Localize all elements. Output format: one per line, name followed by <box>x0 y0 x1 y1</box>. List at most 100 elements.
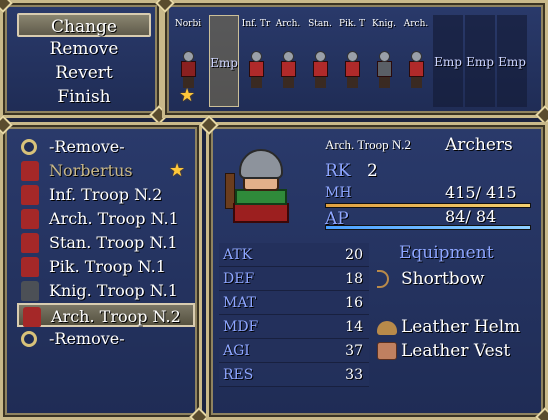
stat-value: 16 <box>345 295 363 311</box>
stat-value: 37 <box>345 343 363 359</box>
formation-slot-label: Knig. <box>371 19 397 29</box>
ap-bar <box>325 225 531 230</box>
formation-slot-label: Emp <box>466 55 494 69</box>
formation-slot-empty[interactable]: Emp <box>209 15 239 107</box>
stat-label: ATK <box>223 247 253 263</box>
stat-row-atk: ATK 20 <box>219 243 369 267</box>
unit-sprite-icon <box>246 51 266 89</box>
formation-slot-empty[interactable]: Emp <box>497 15 527 107</box>
rank-value: 2 <box>367 161 378 181</box>
stat-row-agi: AGI 37 <box>219 339 369 363</box>
roster-item[interactable]: Stan. Troop N.1 <box>17 231 195 255</box>
troop-icon <box>21 161 39 181</box>
formation-slot-label: Emp <box>498 55 526 69</box>
stat-row-def: DEF 18 <box>219 267 369 291</box>
formation-slot-unit[interactable]: Knig. <box>369 15 399 107</box>
stat-value: 20 <box>345 247 363 263</box>
roster-item[interactable]: Inf. Troop N.2 <box>17 183 195 207</box>
stat-label: MDF <box>223 319 259 335</box>
command-revert-button[interactable]: Revert <box>17 61 151 85</box>
formation-slot-label: Emp <box>210 56 238 70</box>
unit-sprite-icon <box>374 51 394 89</box>
roster-item[interactable]: -Remove- <box>17 135 195 159</box>
equipment-item[interactable]: Leather Vest <box>377 339 510 363</box>
equipment-item[interactable]: Shortbow <box>377 267 484 291</box>
command-window: Change Remove Revert Finish <box>0 0 162 118</box>
roster-item-label: Arch. Troop N.2 <box>51 307 181 326</box>
roster-item[interactable]: Pik. Troop N.1 <box>17 255 195 279</box>
unit-detail-window: Arch. Troop N.2 Archers RK 2 MH 415/ 415… <box>206 122 548 420</box>
roster-window: -Remove- Norbertus ★ Inf. Troop N.2 Arch. Tr… <box>0 122 202 420</box>
unit-sprite-icon <box>310 51 330 89</box>
formation-slot-label: Emp <box>434 55 462 69</box>
unit-sprite-icon <box>178 51 198 89</box>
troop-icon <box>21 209 39 229</box>
roster-item[interactable]: Norbertus ★ <box>17 159 195 183</box>
mh-bar <box>325 203 531 208</box>
roster-item-label: Knig. Troop N.1 <box>49 281 178 300</box>
unit-sprite-icon <box>342 51 362 89</box>
troop-icon <box>23 307 41 327</box>
formation-slot-label: Arch. <box>403 19 429 29</box>
unit-portrait <box>221 143 301 223</box>
roster-item[interactable]: Arch. Troop N.2 <box>17 303 195 327</box>
ap-value: 84/ 84 <box>445 207 497 226</box>
roster-item[interactable]: -Remove- <box>17 327 195 351</box>
leader-star-icon: ★ <box>179 85 196 106</box>
roster-item-label: Pik. Troop N.1 <box>49 257 166 276</box>
formation-slot-label: Norbi <box>174 19 202 29</box>
rank-label: RK <box>325 161 351 181</box>
remove-ring-icon <box>21 139 37 155</box>
command-change-button[interactable]: Change <box>17 13 151 37</box>
vest-icon <box>377 342 397 360</box>
roster-item[interactable]: Arch. Troop N.1 <box>17 207 195 231</box>
formation-window: Norbi ★ Emp Inf. Tr Arch. Stan. Pik. T Knig. Arc… <box>162 0 548 118</box>
troop-icon <box>21 281 39 301</box>
formation-slot-label: Inf. Tr <box>241 19 271 29</box>
roster-item-label: Norbertus <box>49 161 133 180</box>
stat-value: 33 <box>345 367 363 383</box>
formation-slot-label: Stan. <box>308 19 332 29</box>
stat-value: 18 <box>345 271 363 287</box>
unit-name: Arch. Troop N.2 <box>325 137 411 152</box>
mh-label: MH <box>325 185 352 201</box>
equipment-name: Leather Vest <box>401 341 511 361</box>
command-remove-button[interactable]: Remove <box>17 37 151 61</box>
roster-item-label: -Remove- <box>49 329 125 348</box>
stat-row-mdf: MDF 14 <box>219 315 369 339</box>
formation-slot-label: Arch. <box>275 19 301 29</box>
unit-sprite-icon <box>406 51 426 89</box>
unit-class: Archers <box>445 135 513 155</box>
roster-item-label: -Remove- <box>49 137 125 156</box>
troop-icon <box>21 233 39 253</box>
formation-slot-empty[interactable]: Emp <box>433 15 463 107</box>
stat-label: RES <box>223 367 254 383</box>
formation-slot-unit[interactable]: Pik. T <box>337 15 367 107</box>
roster-item[interactable]: Knig. Troop N.1 <box>17 279 195 303</box>
equipment-name: Leather Helm <box>401 317 521 337</box>
formation-slot-empty[interactable]: Emp <box>465 15 495 107</box>
equipment-name: Shortbow <box>401 269 485 289</box>
leader-star-icon: ★ <box>169 160 186 181</box>
mh-value: 415/ 415 <box>445 183 517 202</box>
stat-label: MAT <box>223 295 257 311</box>
roster-item-label: Inf. Troop N.2 <box>49 185 163 204</box>
remove-ring-icon <box>21 331 37 347</box>
stat-value: 14 <box>345 319 363 335</box>
formation-slot-unit[interactable]: Inf. Tr <box>241 15 271 107</box>
stat-row-res: RES 33 <box>219 363 369 387</box>
roster-item-label: Arch. Troop N.1 <box>49 209 179 228</box>
formation-slot-unit[interactable]: Stan. <box>305 15 335 107</box>
stat-row-mat: MAT 16 <box>219 291 369 315</box>
helm-icon <box>377 321 397 335</box>
troop-icon <box>21 257 39 277</box>
equipment-item[interactable]: Leather Helm <box>377 315 520 339</box>
bow-icon <box>377 270 389 288</box>
roster-item-label: Stan. Troop N.1 <box>49 233 178 252</box>
stat-label: DEF <box>223 271 255 287</box>
troop-icon <box>21 185 39 205</box>
stat-label: AGI <box>223 343 250 359</box>
formation-slot-unit[interactable]: Arch. <box>273 15 303 107</box>
formation-slot-unit[interactable]: Arch. <box>401 15 431 107</box>
command-finish-button[interactable]: Finish <box>17 85 151 109</box>
